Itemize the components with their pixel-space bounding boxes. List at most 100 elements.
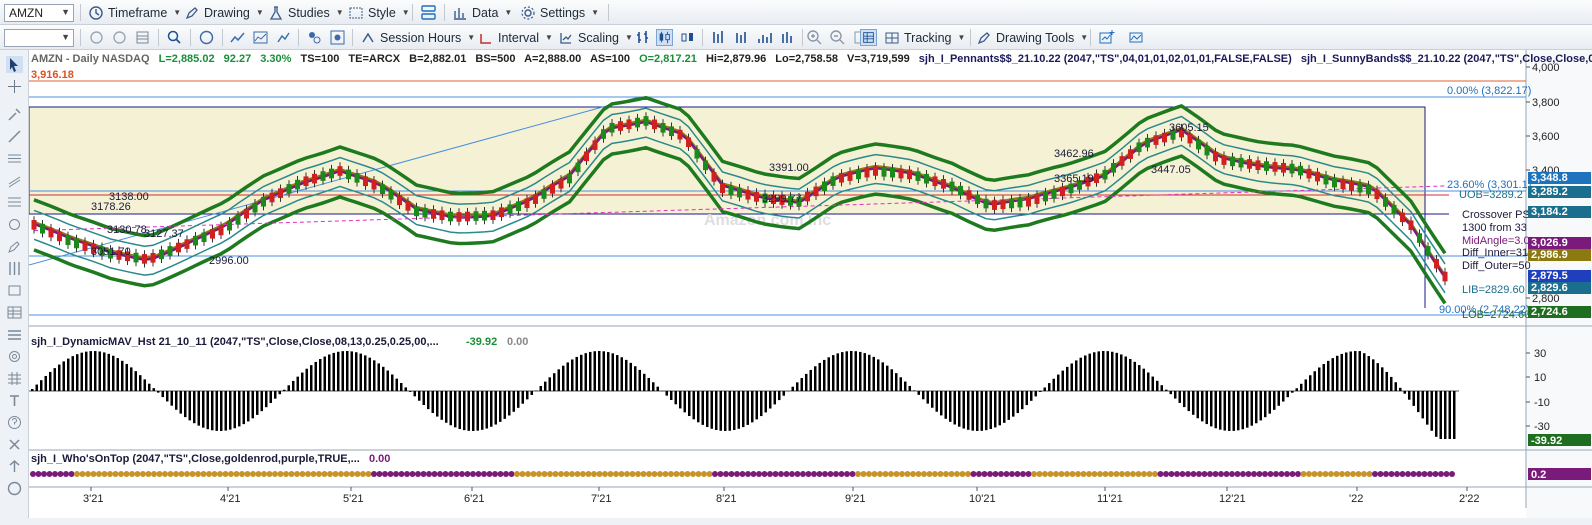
lines-icon[interactable] <box>6 326 23 343</box>
whosontop-dot <box>134 471 141 477</box>
tracking-label: Tracking <box>904 30 952 45</box>
histogram-bar <box>58 364 61 391</box>
crosshair-icon[interactable] <box>6 78 23 95</box>
whosontop-dot <box>662 471 669 477</box>
pencil-icon[interactable] <box>6 238 23 255</box>
histogram-bar <box>733 391 736 431</box>
candle-body <box>1145 137 1150 148</box>
drawing-label: Drawing <box>204 5 250 20</box>
whosontop-dot <box>261 471 267 477</box>
candle-body <box>439 210 445 221</box>
interval-button[interactable]: Interval ▼ <box>478 28 553 47</box>
data-button[interactable]: Data ▼ <box>452 3 512 22</box>
chevron-down-icon[interactable]: ▼ <box>61 7 70 17</box>
candle-body <box>975 194 980 205</box>
zoom-icon[interactable] <box>166 29 183 46</box>
horizontal-line-icon[interactable] <box>6 150 23 167</box>
whosontop-dot <box>365 471 372 477</box>
wrench-icon[interactable] <box>6 106 23 123</box>
table-icon[interactable] <box>6 304 23 321</box>
spiral-icon[interactable] <box>6 348 23 365</box>
studies-button[interactable]: Studies ▼ <box>268 3 344 22</box>
whosontop-dot <box>1069 471 1076 477</box>
fibonacci-icon[interactable] <box>6 194 23 211</box>
volume-icon[interactable] <box>756 29 773 46</box>
delete-icon[interactable] <box>6 436 23 453</box>
drawing-button[interactable]: Drawing ▼ <box>184 3 264 22</box>
whosontop-dot <box>415 471 421 477</box>
histogram-bar <box>989 391 992 430</box>
histogram-bar <box>1349 351 1352 391</box>
chart-type-icon[interactable] <box>275 29 292 46</box>
histogram-bar <box>1309 375 1312 391</box>
histogram-bar <box>224 391 227 431</box>
whosontop-dot <box>514 471 520 477</box>
line-chart-icon[interactable] <box>229 29 246 46</box>
compass-icon[interactable] <box>198 29 215 46</box>
data-window-icon[interactable] <box>860 29 877 46</box>
help-icon[interactable] <box>6 414 23 431</box>
zoom-in-icon[interactable] <box>806 29 823 46</box>
vertical-lines-icon[interactable] <box>6 260 23 277</box>
chart-canvas[interactable]: 3,916.18Amazon.com Inc3178.263130.783051… <box>29 50 1592 518</box>
histogram-bar <box>292 380 295 391</box>
workspace-select[interactable]: ▼ <box>4 29 74 47</box>
timeframe-button[interactable]: Timeframe ▼ <box>88 3 181 22</box>
refresh-icon[interactable] <box>88 29 105 46</box>
scaling-button[interactable]: Scaling ▼ <box>558 28 633 47</box>
grid-lines-icon[interactable] <box>6 370 23 387</box>
whosontop-dot <box>976 471 982 477</box>
hollow-candle-icon[interactable] <box>679 29 696 46</box>
cursor-icon[interactable] <box>6 56 23 73</box>
chart-area[interactable]: 3,916.18 Amazon.com Inc 3178.26 3130.78 3051… <box>29 50 1592 518</box>
whosontop-dot <box>1399 471 1406 477</box>
trendline-icon[interactable] <box>6 128 23 145</box>
price-badge-label: 2,829.6 <box>1531 282 1568 294</box>
cycle-icon[interactable] <box>6 216 23 233</box>
whosontop-dot <box>959 471 966 477</box>
x-tick-label: 10'21 <box>969 493 996 505</box>
candlestick-icon[interactable] <box>656 29 673 46</box>
chevron-down-icon[interactable]: ▼ <box>61 32 70 42</box>
layout-icon[interactable] <box>420 4 437 21</box>
symbol-input[interactable]: AMZN ▼ <box>4 4 74 22</box>
style-button[interactable]: Style ▼ <box>348 3 410 22</box>
candle-body <box>354 173 360 183</box>
histogram-bar <box>589 351 592 391</box>
up-arrow-icon[interactable] <box>6 458 23 475</box>
zoom-out-icon[interactable] <box>829 29 846 46</box>
candle-body <box>1425 246 1431 256</box>
add-indicator-icon[interactable] <box>1098 29 1115 46</box>
whosontop-dot <box>1185 471 1191 477</box>
drawing-tools-button[interactable]: Drawing Tools ▼ <box>976 28 1088 47</box>
format-icon[interactable] <box>329 29 346 46</box>
candle-body <box>669 126 674 137</box>
ohlc-bar-icon[interactable] <box>634 29 651 46</box>
bars-compare-icon[interactable] <box>733 29 750 46</box>
separator <box>412 4 413 21</box>
properties-icon[interactable] <box>306 29 323 46</box>
whosontop-dot <box>404 471 410 477</box>
separator <box>1090 29 1091 46</box>
tracking-button[interactable]: Tracking ▼ <box>884 28 965 47</box>
histogram-bar <box>233 391 236 429</box>
x-tick-label: 5'21 <box>343 493 363 505</box>
session-hours-button[interactable]: Session Hours ▼ <box>360 28 475 47</box>
bar-chart-icon[interactable] <box>710 29 727 46</box>
channel-icon[interactable] <box>6 172 23 189</box>
circle-icon[interactable] <box>6 480 23 497</box>
top-level-label: 3,916.18 <box>31 69 74 81</box>
reload-icon[interactable] <box>111 29 128 46</box>
text-icon[interactable] <box>6 392 23 409</box>
histogram-icon[interactable] <box>779 29 796 46</box>
rectangle-icon[interactable] <box>6 282 23 299</box>
chevron-down-icon: ▼ <box>467 33 476 42</box>
histogram-bar <box>904 381 907 391</box>
settings-button[interactable]: Settings ▼ <box>520 3 599 22</box>
grid-icon[interactable] <box>134 29 151 46</box>
histogram-bar <box>337 351 340 391</box>
analysis-icon[interactable] <box>1128 29 1145 46</box>
histogram-bar <box>872 356 875 391</box>
area-chart-icon[interactable] <box>252 29 269 46</box>
histogram-bar <box>647 377 650 391</box>
